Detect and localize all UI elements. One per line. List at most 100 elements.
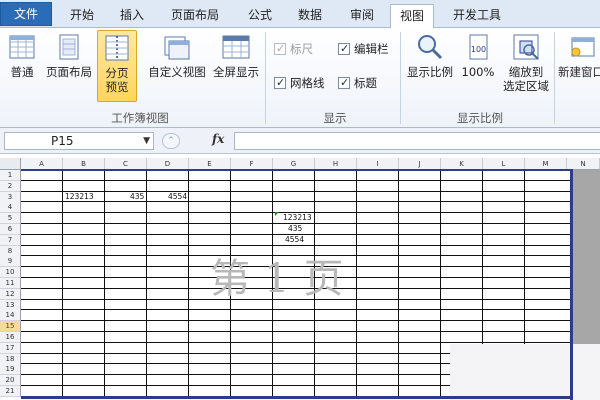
full-screen-icon — [221, 32, 251, 62]
check-icon — [338, 75, 350, 90]
row-header[interactable]: 12 — [0, 288, 21, 300]
tab-page-layout[interactable]: 页面布局 — [162, 4, 228, 28]
cell-g5[interactable]: 123213 — [283, 213, 312, 223]
full-screen-label: 全屏显示 — [213, 65, 259, 79]
cell-b3[interactable]: 123213 — [65, 192, 94, 202]
row-header[interactable]: 16 — [0, 332, 21, 343]
tab-file[interactable]: 文件 — [0, 2, 52, 26]
new-window-button[interactable]: 新建窗口 — [558, 30, 600, 102]
tab-developer[interactable]: 开发工具 — [444, 4, 510, 28]
expand-circle-icon[interactable]: ⌃ — [162, 133, 180, 149]
insert-function-icon[interactable]: fx — [212, 132, 224, 146]
row-header[interactable]: 14 — [0, 310, 21, 322]
cell-g6[interactable]: 435 — [288, 224, 302, 234]
cell-c3[interactable]: 435 — [130, 192, 144, 202]
ruler-checkbox[interactable]: 标尺 — [274, 41, 313, 58]
tab-view[interactable]: 视图 — [390, 4, 434, 29]
gridline — [398, 170, 399, 398]
row-header[interactable]: 10 — [0, 267, 21, 279]
watermark-char-1: 第 — [210, 256, 256, 302]
formula-controls: ⌃ fx — [158, 132, 234, 150]
page-break-preview-label-1: 分页 — [105, 66, 129, 80]
formula-bar: P15 ▼ ⌃ fx — [0, 128, 600, 154]
page-layout-view-label: 页面布局 — [46, 65, 92, 79]
group-separator — [400, 32, 401, 124]
group-separator — [265, 32, 266, 124]
name-box-value: P15 — [51, 134, 74, 148]
watermark-char-2: 1 — [264, 256, 296, 302]
page-layout-view-icon — [54, 32, 84, 62]
gridline — [440, 170, 441, 398]
select-all-corner[interactable] — [0, 158, 21, 170]
zoom-100-label: 100% — [461, 65, 495, 79]
row-header[interactable]: 2 — [0, 180, 21, 192]
page-layout-view-button[interactable]: 页面布局 — [44, 30, 94, 102]
cell-d3[interactable]: 4554 — [168, 192, 187, 202]
chevron-down-icon[interactable]: ▼ — [143, 133, 150, 149]
normal-view-button[interactable]: 普通 — [4, 30, 40, 102]
headings-label: 标题 — [354, 76, 377, 90]
row-header[interactable]: 6 — [0, 224, 21, 235]
tab-insert[interactable]: 插入 — [110, 4, 154, 28]
zoom-to-selection-icon — [511, 32, 541, 62]
worksheet[interactable]: ABCDEFGHIJKLMN 1 2 3 4 5 6 7 8 9 10 11 12 13 14 15 16 17… — [0, 154, 600, 400]
zoom-label: 显示比例 — [407, 65, 453, 79]
tab-review[interactable]: 审阅 — [340, 4, 384, 28]
formula-bar-label: 编辑栏 — [354, 42, 389, 56]
check-icon — [274, 75, 286, 90]
gridline — [104, 170, 105, 398]
row-header[interactable]: 5 — [0, 213, 21, 225]
tab-data[interactable]: 数据 — [288, 4, 332, 28]
new-window-label: 新建窗口 — [558, 65, 600, 79]
page-break-preview-button[interactable]: 分页 预览 — [97, 30, 137, 102]
gridlines-label: 网格线 — [290, 76, 325, 90]
row-header[interactable]: 15 — [0, 321, 21, 333]
page-break-preview-icon — [102, 33, 132, 63]
name-box[interactable]: P15 ▼ — [4, 132, 154, 150]
print-area-border-right[interactable] — [570, 169, 573, 400]
row-header[interactable]: 7 — [0, 234, 21, 246]
svg-text:100: 100 — [471, 45, 486, 54]
zoom-to-selection-label-1: 缩放到 — [508, 65, 544, 79]
group-separator — [554, 32, 555, 124]
row-header[interactable]: 8 — [0, 245, 21, 257]
custom-views-button[interactable]: 自定义视图 — [144, 30, 210, 102]
zoom-button[interactable]: 显示比例 — [404, 30, 456, 102]
headings-checkbox[interactable]: 标题 — [338, 75, 377, 92]
zoom-100-icon: 100 — [463, 32, 493, 62]
formula-bar-checkbox[interactable]: 编辑栏 — [338, 41, 389, 58]
full-screen-button[interactable]: 全屏显示 — [210, 30, 262, 102]
cell-g7[interactable]: 4554 — [285, 235, 304, 245]
normal-view-label: 普通 — [10, 65, 34, 79]
formula-input[interactable] — [234, 132, 600, 150]
row-header[interactable]: 17 — [0, 342, 21, 354]
gridlines-checkbox[interactable]: 网格线 — [274, 75, 325, 92]
magnifier-icon — [415, 32, 445, 62]
row-header[interactable]: 21 — [0, 386, 21, 397]
gridline — [146, 170, 147, 398]
row-header[interactable]: 19 — [0, 364, 21, 376]
tab-home[interactable]: 开始 — [60, 4, 104, 28]
zoom-to-selection-button[interactable]: 缩放到 选定区域 — [500, 30, 552, 102]
ruler-label: 标尺 — [290, 42, 313, 56]
gridline — [62, 170, 63, 398]
row-header[interactable]: 9 — [0, 256, 21, 268]
row-header[interactable]: 1 — [0, 170, 21, 181]
row-header[interactable]: 18 — [0, 353, 21, 365]
ribbon-view: 普通 页面布局 分页 预览 自定义视图 全屏显示 工作簿视图 标尺 编辑栏 网格… — [0, 28, 600, 128]
print-area-border-top — [21, 169, 572, 171]
row-header[interactable]: 3 — [0, 191, 21, 203]
check-icon — [274, 41, 286, 56]
row-header[interactable]: 4 — [0, 202, 21, 214]
zoom-100-button[interactable]: 100 100% — [458, 30, 498, 102]
gridline — [188, 170, 189, 398]
print-area-border-bottom[interactable] — [21, 396, 572, 399]
workbook-views-group-label: 工作簿视图 — [111, 111, 169, 125]
row-header[interactable]: 13 — [0, 299, 21, 311]
new-window-icon — [568, 32, 598, 62]
tab-formulas[interactable]: 公式 — [238, 4, 282, 28]
row-header[interactable]: 20 — [0, 375, 21, 387]
row-header[interactable]: 11 — [0, 278, 21, 289]
check-icon — [338, 41, 350, 56]
custom-views-icon — [162, 32, 192, 62]
